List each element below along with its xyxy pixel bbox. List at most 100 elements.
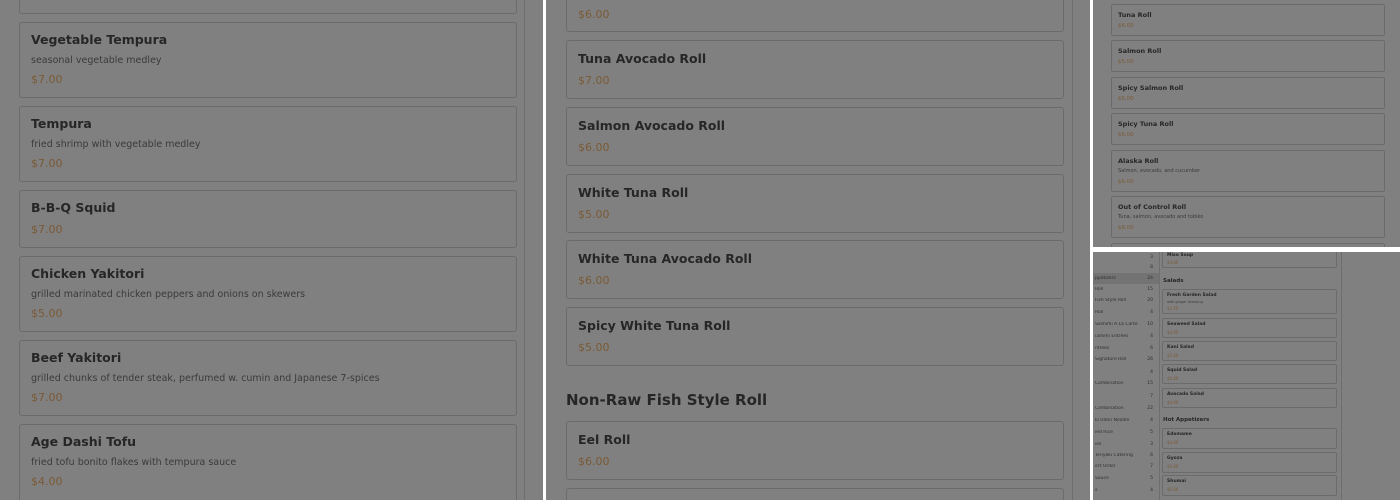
category-count: 8 <box>1150 265 1153 270</box>
panel-divider <box>1341 252 1342 500</box>
menu-item-card[interactable]: Salmon Avocado Roll $6.00 <box>566 107 1064 166</box>
category-label: Fish Style Roll <box>1095 298 1127 303</box>
menu-item-card[interactable] <box>19 0 517 14</box>
menu-item-card[interactable]: Tempura fried shrimp with vegetable medl… <box>19 106 517 182</box>
menu-item-name: Edamame <box>1167 432 1192 437</box>
category-item[interactable]: Combination 22 <box>1093 403 1159 414</box>
menu-item-card[interactable]: B-B-Q Squid $7.00 <box>19 190 517 248</box>
menu-item-name: White Tuna Avocado Roll <box>578 251 752 266</box>
category-count: 5 <box>1150 430 1153 435</box>
category-item[interactable]: ied Rice 5 <box>1093 427 1159 438</box>
category-item[interactable]: 7 <box>1093 391 1159 402</box>
menu-item-card[interactable]: Seaweed Salad $4.00 <box>1162 318 1337 338</box>
menu-item-name: Shumai <box>1167 479 1186 484</box>
menu-item-card[interactable]: Miso Soup $3.00 <box>1162 252 1337 268</box>
menu-item-price: $7.00 <box>578 74 610 87</box>
menu-item-name: Salmon Avocado Roll <box>578 118 726 133</box>
category-item[interactable]: 8 <box>1093 262 1159 273</box>
category-count: 15 <box>1147 287 1153 292</box>
menu-item-price: $5.00 <box>1167 464 1179 469</box>
menu-item-card[interactable]: Shumai $5.00 <box>1162 475 1337 496</box>
section-title-hot-appetizers: Hot Appetizers <box>1163 417 1210 423</box>
category-item[interactable]: 4 <box>1093 367 1159 378</box>
menu-item-name: Kani Salad <box>1167 345 1194 350</box>
category-count: 24 <box>1147 276 1153 281</box>
menu-item-card[interactable]: White Tuna Roll $5.00 <box>566 174 1064 233</box>
menu-item-description: grilled chunks of tender steak, perfumed… <box>31 373 380 384</box>
category-item[interactable]: Sashimi A La Carte 10 <box>1093 319 1159 330</box>
menu-item-card[interactable]: Gyoza $5.00 <box>1162 452 1337 473</box>
menu-item-price: $4.00 <box>1167 330 1179 335</box>
category-label: Combination <box>1095 381 1124 386</box>
category-count: 3 <box>1150 255 1153 260</box>
category-item[interactable]: Fish Style Roll 20 <box>1093 295 1159 306</box>
menu-item-description: seasonal vegetable medley <box>31 55 162 66</box>
menu-item-price: $5.00 <box>1118 96 1134 102</box>
category-item-active[interactable]: ppetizers 24 <box>1093 273 1159 284</box>
menu-item-card[interactable]: Spicy Tuna Roll $6.00 <box>1111 113 1385 145</box>
category-label: ert Order <box>1095 464 1116 469</box>
menu-item-card[interactable]: Salmon Roll $5.00 <box>1111 40 1385 72</box>
menu-item-description: fried tofu bonito flakes with tempura sa… <box>31 457 237 468</box>
category-item[interactable]: ki Udon Noodle 4 <box>1093 415 1159 426</box>
category-label: Roll <box>1095 287 1104 292</box>
category-item[interactable]: ushimi Entrees 4 <box>1093 331 1159 342</box>
category-count: 7 <box>1150 464 1153 469</box>
menu-item-card[interactable]: Tuna Avocado Roll $7.00 <box>566 40 1064 99</box>
menu-item-card[interactable]: Age Dashi Tofu fried tofu bonito flakes … <box>19 424 517 500</box>
panel-divider <box>524 0 525 500</box>
category-item[interactable]: Sauce 5 <box>1093 473 1159 484</box>
menu-item-card[interactable]: Fresh Garden Salad with ginger dressing … <box>1162 289 1337 314</box>
category-item[interactable]: Teriyaki Catering 6 <box>1093 450 1159 461</box>
sidebar-divider <box>1159 252 1160 500</box>
category-count: 4 <box>1150 334 1153 339</box>
category-count: 22 <box>1147 406 1153 411</box>
menu-item-card[interactable]: Vegetable Tempura seasonal vegetable med… <box>19 22 517 98</box>
category-count: 6 <box>1150 346 1153 351</box>
menu-item-card[interactable]: Spicy Salmon Roll $5.00 <box>1111 77 1385 109</box>
menu-item-card[interactable]: Beef Yakitori grilled chunks of tender s… <box>19 340 517 416</box>
category-item[interactable]: Roll 4 <box>1093 307 1159 318</box>
category-count: 4 <box>1150 310 1153 315</box>
menu-item-card[interactable]: White Tuna Avocado Roll $6.00 <box>566 240 1064 299</box>
menu-item-name: Age Dashi Tofu <box>31 434 137 449</box>
category-item[interactable]: ntrees 6 <box>1093 343 1159 354</box>
category-label: Signature Roll <box>1095 357 1127 362</box>
menu-item-card[interactable]: Tuna Roll $6.00 <box>1111 4 1385 36</box>
menu-item-card[interactable]: Chicken Yakitori grilled marinated chick… <box>19 256 517 332</box>
menu-panel-overview: 3 8 ppetizers 24 Roll 15 Fish Style Roll 20… <box>1093 252 1400 500</box>
category-item[interactable]: s4 <box>1093 485 1159 496</box>
menu-item-card[interactable]: Eel Roll $6.00 <box>566 421 1064 480</box>
category-count: 10 <box>1147 322 1153 327</box>
menu-item-card[interactable]: Out of Control Roll Tuna, salmon, avocad… <box>1111 196 1385 238</box>
menu-item-price: $4.00 <box>31 475 63 488</box>
menu-item-name: B-B-Q Squid <box>31 200 116 215</box>
category-item[interactable]: ies 3 <box>1093 439 1159 450</box>
category-label: ki Udon Noodle <box>1095 418 1130 423</box>
category-item[interactable]: Signature Roll 26 <box>1093 354 1159 365</box>
menu-item-card[interactable]: Spicy White Tuna Roll $5.00 <box>566 307 1064 366</box>
menu-item-price: $7.00 <box>31 223 63 236</box>
menu-item-card[interactable]: Avocado Salad $4.00 <box>1162 388 1337 408</box>
category-label: ied Rice <box>1095 430 1113 435</box>
menu-item-name: Chicken Yakitori <box>31 266 145 281</box>
menu-item-name: Seaweed Salad <box>1167 322 1206 327</box>
category-item[interactable]: Combination 15 <box>1093 378 1159 389</box>
category-item[interactable]: Roll 15 <box>1093 284 1159 295</box>
menu-item-description: Salmon, avocado, and cucumber <box>1118 168 1201 174</box>
menu-item-name: Spicy Salmon Roll <box>1118 84 1184 92</box>
menu-item-card[interactable]: Kani Salad $5.00 <box>1162 341 1337 361</box>
menu-item-card[interactable] <box>566 488 1064 500</box>
menu-item-description: fried shrimp with vegetable medley <box>31 139 201 150</box>
category-count: 20 <box>1147 298 1153 303</box>
menu-item-name: Out of Control Roll <box>1118 203 1187 211</box>
category-label: ppetizers <box>1095 276 1116 281</box>
menu-item-card[interactable]: Squid Salad $5.00 <box>1162 364 1337 384</box>
menu-item-card[interactable]: Alaska Roll Salmon, avocado, and cucumbe… <box>1111 150 1385 192</box>
category-item[interactable]: ert Order 7 <box>1093 461 1159 472</box>
menu-item-card[interactable]: $6.00 <box>566 0 1064 32</box>
menu-item-card[interactable]: Edamame $4.00 <box>1162 428 1337 449</box>
menu-item-description: Tuna, salmon, avocado and tobiko <box>1118 214 1204 220</box>
menu-item-card[interactable] <box>1111 243 1385 247</box>
category-count: 4 <box>1150 370 1153 375</box>
